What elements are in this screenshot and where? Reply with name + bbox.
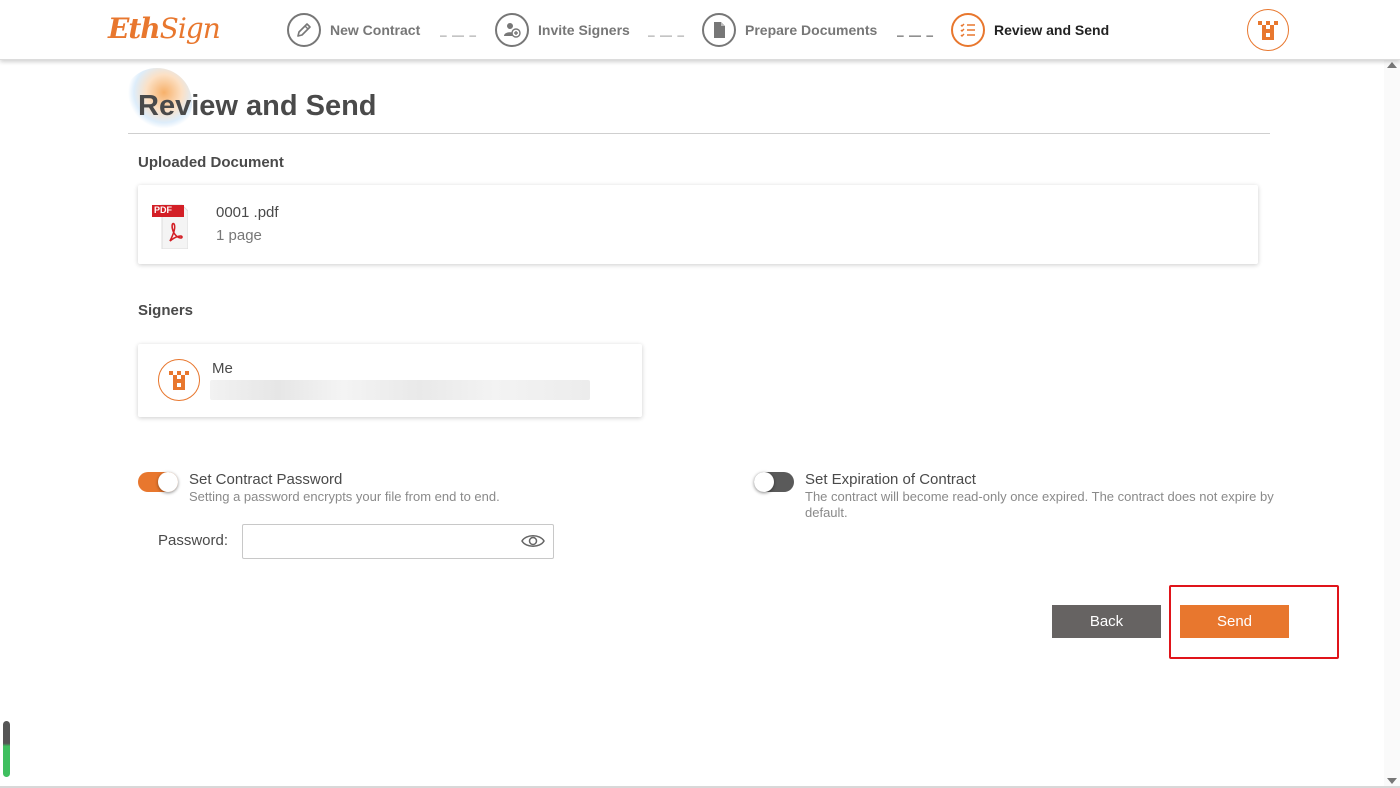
eye-icon[interactable]	[521, 532, 545, 550]
users-add-icon	[495, 13, 529, 47]
signer-card: Me	[138, 344, 642, 417]
uploaded-document-label: Uploaded Document	[138, 154, 284, 171]
password-input[interactable]	[242, 524, 554, 559]
step-prepare-documents[interactable]: Prepare Documents	[702, 12, 877, 48]
signer-name: Me	[212, 360, 233, 377]
logo-text-b: Sign	[159, 12, 221, 45]
pen-icon	[287, 13, 321, 47]
pixel-avatar-icon	[1258, 21, 1278, 40]
document-page-count: 1 page	[216, 227, 262, 244]
step-label: Review and Send	[994, 22, 1110, 38]
pdf-icon-label: PDF	[154, 205, 172, 215]
send-highlight-box	[1169, 585, 1339, 659]
toggle-knob	[754, 472, 774, 492]
document-icon	[702, 13, 736, 47]
back-button[interactable]: Back	[1052, 605, 1161, 638]
step-separator: – — –	[897, 28, 935, 42]
step-label: New Contract	[330, 22, 421, 38]
signers-label: Signers	[138, 302, 194, 319]
expiration-option-title: Set Expiration of Contract	[805, 471, 976, 488]
document-card[interactable]: PDF 0001 .pdf 1 page	[138, 185, 1258, 264]
signer-avatar	[158, 359, 200, 401]
step-separator: – — –	[648, 28, 686, 42]
user-avatar[interactable]	[1247, 9, 1289, 51]
step-label: Invite Signers	[538, 22, 630, 38]
scroll-down-arrow-icon[interactable]	[1387, 778, 1397, 784]
step-invite-signers[interactable]: Invite Signers	[495, 12, 630, 48]
top-bar: EthSign New Contract – — – Invite Signer…	[0, 0, 1400, 60]
signer-address-redacted	[210, 380, 590, 400]
password-option-description: Setting a password encrypts your file fr…	[189, 489, 500, 504]
step-label: Prepare Documents	[745, 22, 878, 38]
step-separator: – — –	[440, 28, 478, 42]
title-divider	[128, 133, 1270, 134]
checklist-icon	[951, 13, 985, 47]
page-title: Review and Send	[138, 90, 377, 122]
toggle-knob	[158, 472, 178, 492]
password-option-title: Set Contract Password	[189, 471, 343, 488]
side-status-widget[interactable]	[3, 721, 10, 777]
scroll-up-arrow-icon[interactable]	[1387, 62, 1397, 68]
password-field-label: Password:	[158, 532, 229, 549]
pixel-avatar-icon	[169, 371, 189, 390]
logo-text-a: Eth	[108, 12, 161, 45]
expiration-option-description: The contract will become read-only once …	[805, 489, 1274, 520]
document-name: 0001 .pdf	[216, 204, 279, 221]
password-toggle[interactable]	[138, 472, 178, 492]
vertical-scrollbar[interactable]	[1384, 60, 1400, 788]
step-new-contract[interactable]: New Contract	[287, 12, 420, 48]
expiration-toggle[interactable]	[754, 472, 794, 492]
ethsign-logo[interactable]: EthSign	[108, 12, 221, 45]
step-review-and-send[interactable]: Review and Send	[951, 12, 1109, 48]
